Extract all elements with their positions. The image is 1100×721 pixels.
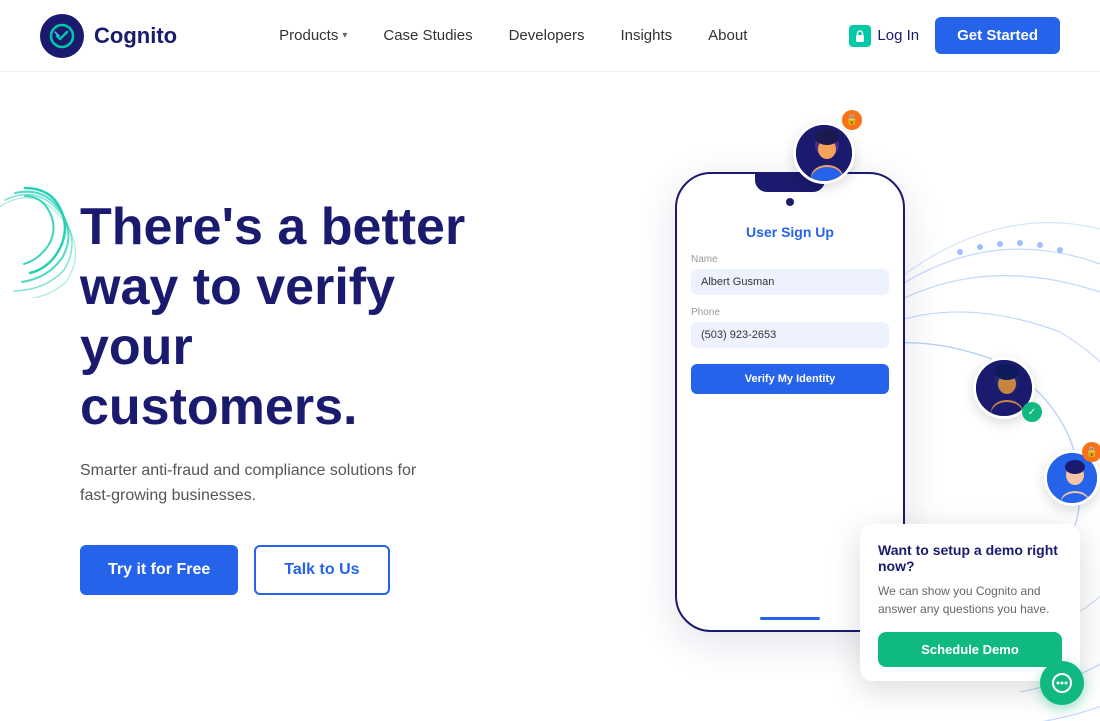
phone-home-bar: [760, 617, 820, 620]
hero-buttons: Try it for Free Talk to Us: [80, 545, 480, 595]
hero-subtitle: Smarter anti-fraud and compliance soluti…: [80, 458, 420, 509]
lock-icon: [849, 25, 871, 47]
phone-name-value: Albert Gusman: [691, 269, 889, 295]
chat-bubble-button[interactable]: [1040, 661, 1084, 705]
nav-insights[interactable]: Insights: [620, 27, 672, 44]
hero-left: There's a better way to verify your cust…: [0, 198, 480, 594]
phone-form-title: User Sign Up: [691, 224, 889, 240]
lock-badge-2: 🔒: [1082, 442, 1100, 462]
demo-popup-title: Want to setup a demo right now?: [878, 542, 1062, 574]
verify-identity-button[interactable]: Verify My Identity: [691, 364, 889, 394]
hero-title: There's a better way to verify your cust…: [80, 198, 480, 437]
phone-camera: [786, 198, 794, 206]
schedule-demo-button[interactable]: Schedule Demo: [878, 632, 1062, 667]
check-badge-1: ✓: [1022, 402, 1042, 422]
talk-to-us-button[interactable]: Talk to Us: [254, 545, 389, 595]
nav-links: Products ▾ Case Studies Developers Insig…: [279, 27, 747, 44]
nav-actions: Log In Get Started: [849, 17, 1060, 54]
fingerprint-decoration: [0, 178, 80, 298]
chevron-down-icon: ▾: [342, 30, 347, 41]
nav-products[interactable]: Products ▾: [279, 27, 347, 44]
nav-developers[interactable]: Developers: [509, 27, 585, 44]
navbar: Cognito Products ▾ Case Studies Develope…: [0, 0, 1100, 72]
get-started-button[interactable]: Get Started: [935, 17, 1060, 54]
phone-phone-label: Phone: [691, 307, 889, 318]
nav-case-studies[interactable]: Case Studies: [383, 27, 472, 44]
lock-badge-1: 🔒: [842, 110, 862, 130]
avatar-1: [793, 122, 855, 184]
demo-popup: Want to setup a demo right now? We can s…: [860, 524, 1080, 681]
phone-phone-value: (503) 923-2653: [691, 322, 889, 348]
hero-section: There's a better way to verify your cust…: [0, 72, 1100, 721]
logo-icon: [40, 14, 84, 58]
login-button[interactable]: Log In: [849, 25, 919, 47]
brand-name: Cognito: [94, 23, 177, 49]
demo-popup-text: We can show you Cognito and answer any q…: [878, 582, 1062, 618]
try-free-button[interactable]: Try it for Free: [80, 545, 238, 595]
hero-right: User Sign Up Name Albert Gusman Phone (5…: [480, 72, 1100, 721]
logo[interactable]: Cognito: [40, 14, 177, 58]
phone-name-label: Name: [691, 254, 889, 265]
nav-about[interactable]: About: [708, 27, 747, 44]
